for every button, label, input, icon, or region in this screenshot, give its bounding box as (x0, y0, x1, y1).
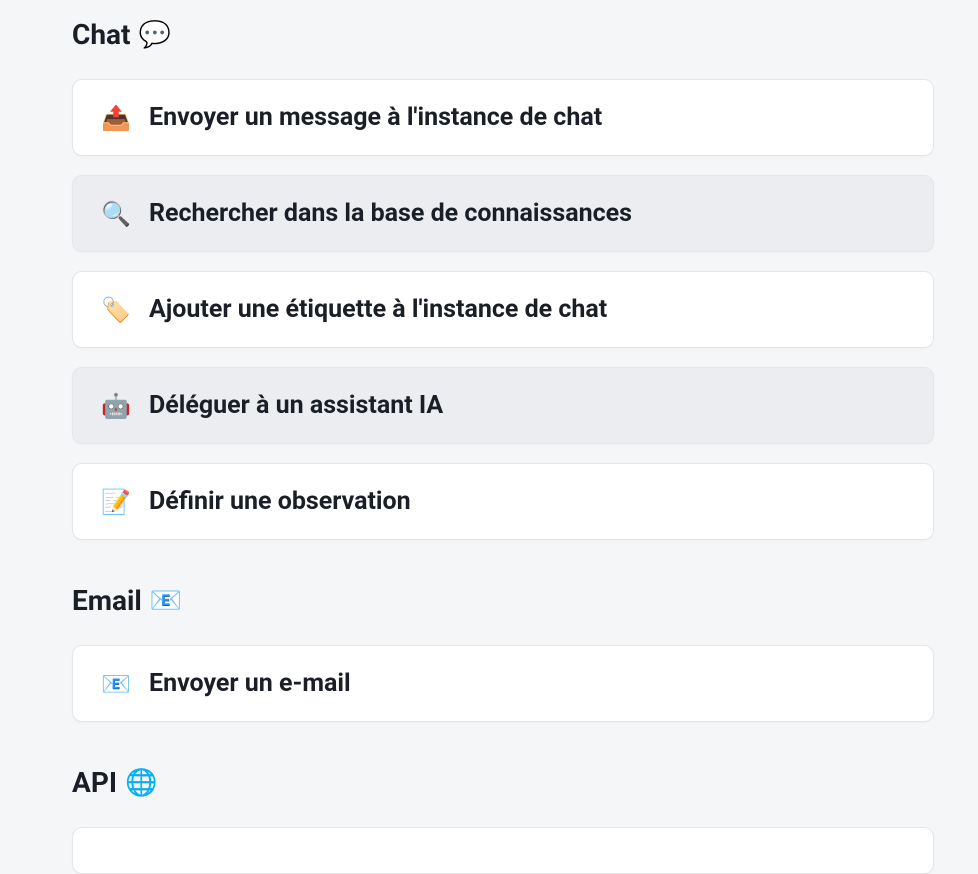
action-categories-container: Chat 💬 📤 Envoyer un message à l'instance… (0, 0, 978, 874)
section-header-api: API 🌐 (72, 766, 934, 799)
action-add-tag[interactable]: 🏷️ Ajouter une étiquette à l'instance de… (72, 271, 934, 348)
action-delegate-ai[interactable]: 🤖 Déléguer à un assistant IA (72, 367, 934, 444)
action-label: Rechercher dans la base de connaissances (149, 199, 632, 228)
action-search-knowledge[interactable]: 🔍 Rechercher dans la base de connaissanc… (72, 175, 934, 252)
section-header-chat: Chat 💬 (72, 18, 934, 51)
action-list-email: 📧 Envoyer un e-mail (72, 645, 934, 722)
action-list-chat: 📤 Envoyer un message à l'instance de cha… (72, 79, 934, 540)
email-icon: 📧 (150, 586, 182, 616)
section-api: API 🌐 (72, 766, 934, 874)
action-define-observation[interactable]: 📝 Définir une observation (72, 463, 934, 540)
section-title-chat: Chat (72, 18, 130, 51)
section-email: Email 📧 📧 Envoyer un e-mail (72, 584, 934, 722)
action-api-partial[interactable] (72, 827, 934, 874)
section-chat: Chat 💬 📤 Envoyer un message à l'instance… (72, 18, 934, 540)
memo-icon: 📝 (101, 488, 129, 516)
action-label: Définir une observation (149, 487, 411, 516)
section-header-email: Email 📧 (72, 584, 934, 617)
action-label: Envoyer un e-mail (149, 669, 351, 698)
action-send-message[interactable]: 📤 Envoyer un message à l'instance de cha… (72, 79, 934, 156)
email-icon: 📧 (101, 670, 129, 698)
tag-icon: 🏷️ (101, 296, 129, 324)
section-title-email: Email (72, 584, 142, 617)
action-label: Déléguer à un assistant IA (149, 391, 443, 420)
action-label: Ajouter une étiquette à l'instance de ch… (149, 295, 607, 324)
globe-icon: 🌐 (125, 768, 157, 798)
robot-icon: 🤖 (101, 392, 129, 420)
action-send-email[interactable]: 📧 Envoyer un e-mail (72, 645, 934, 722)
magnifier-icon: 🔍 (101, 200, 129, 228)
outbox-icon: 📤 (101, 104, 129, 132)
speech-bubble-icon: 💬 (138, 20, 170, 50)
action-list-api (72, 827, 934, 874)
action-label: Envoyer un message à l'instance de chat (149, 103, 602, 132)
section-title-api: API (72, 766, 117, 799)
